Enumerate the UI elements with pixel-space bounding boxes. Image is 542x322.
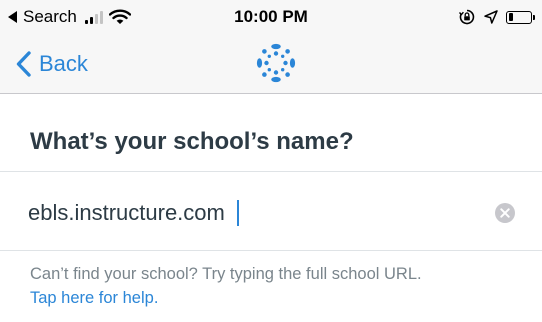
help-link[interactable]: Tap here for help. — [30, 289, 158, 308]
text-cursor — [237, 200, 239, 226]
clear-x-icon — [500, 208, 510, 218]
back-button-label: Back — [39, 51, 88, 76]
divider-bottom — [0, 250, 542, 251]
back-button[interactable]: Back — [16, 48, 88, 80]
canvas-logo-icon — [256, 43, 296, 83]
status-right — [458, 6, 535, 28]
location-icon — [484, 10, 498, 24]
chevron-left-icon — [16, 51, 31, 77]
divider-top — [0, 171, 542, 172]
status-bar: Search 10:00 PM — [0, 0, 542, 34]
orientation-lock-icon — [458, 9, 475, 25]
help-text: Can’t find your school? Try typing the f… — [30, 265, 422, 283]
battery-icon — [506, 10, 535, 24]
school-url-input[interactable] — [28, 198, 488, 228]
clear-icon[interactable] — [495, 203, 515, 223]
nav-bar: Back — [0, 34, 542, 94]
battery-level — [508, 13, 513, 21]
page-title: What’s your school’s name? — [30, 128, 354, 155]
